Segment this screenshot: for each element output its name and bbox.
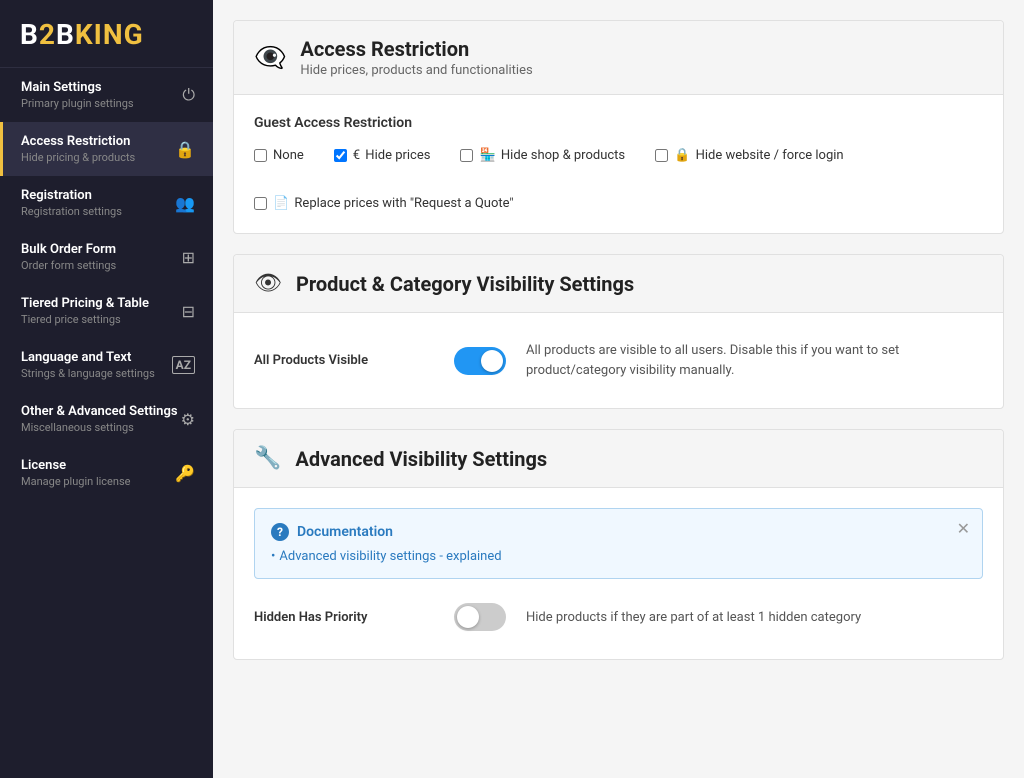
sidebar-item-registration[interactable]: Registration Registration settings 👥 — [0, 176, 213, 230]
hidden-has-priority-toggle[interactable] — [454, 603, 506, 631]
replace-prices-checkbox[interactable] — [254, 197, 267, 210]
hide-website-checkbox[interactable] — [655, 149, 668, 162]
az-icon: AZ — [172, 356, 195, 374]
access-restriction-body: Guest Access Restriction None € Hide pri… — [234, 95, 1003, 233]
users-icon: 👥 — [175, 194, 195, 213]
lock-small-icon: 🔒 — [674, 148, 690, 163]
main-content: 👁‍🗨 Access Restriction Hide prices, prod… — [213, 0, 1024, 778]
sidebar-item-subtitle: Primary plugin settings — [21, 97, 134, 110]
all-products-visible-toggle[interactable] — [454, 347, 506, 375]
sidebar-item-other-advanced[interactable]: Other & Advanced Settings Miscellaneous … — [0, 392, 213, 446]
access-restriction-title: Access Restriction — [300, 37, 532, 61]
access-option-hide-prices: € Hide prices — [334, 147, 431, 165]
advanced-visibility-body: ? Documentation Advanced visibility sett… — [234, 488, 1003, 659]
shop-icon: 🏪 — [479, 148, 495, 163]
access-restriction-header: 👁‍🗨 Access Restriction Hide prices, prod… — [234, 21, 1003, 95]
access-option-none: None — [254, 147, 304, 165]
sidebar: B2BKING Main Settings Primary plugin set… — [0, 0, 213, 778]
quote-icon: 📄 — [273, 196, 289, 211]
sidebar-item-title: License — [21, 458, 130, 473]
sidebar-logo: B2BKING — [0, 0, 213, 68]
all-products-visible-label: All Products Visible — [254, 353, 434, 368]
hidden-has-priority-label: Hidden Has Priority — [254, 610, 434, 625]
grid-icon: ⊞ — [182, 248, 195, 267]
advanced-visibility-title: Advanced Visibility Settings — [295, 447, 547, 471]
toggle-slider-2 — [454, 603, 506, 631]
none-label[interactable]: None — [273, 147, 304, 165]
hide-shop-checkbox[interactable] — [460, 149, 473, 162]
advanced-visibility-header: 🔧 Advanced Visibility Settings — [234, 430, 1003, 488]
key-icon: 🔑 — [175, 464, 195, 483]
product-visibility-card: 👁 Product & Category Visibility Settings… — [233, 254, 1004, 409]
hide-shop-label[interactable]: 🏪 Hide shop & products — [479, 147, 625, 165]
sidebar-item-title: Tiered Pricing & Table — [21, 296, 149, 311]
advanced-visibility-link[interactable]: Advanced visibility settings - explained — [271, 549, 966, 564]
all-products-visible-description: All products are visible to all users. D… — [526, 341, 983, 380]
doc-box-close-button[interactable]: ✕ — [957, 519, 970, 538]
power-icon: ⏻ — [182, 85, 195, 105]
product-visibility-body: All Products Visible All products are vi… — [234, 313, 1003, 408]
product-visibility-header: 👁 Product & Category Visibility Settings — [234, 255, 1003, 313]
sidebar-item-subtitle: Miscellaneous settings — [21, 421, 178, 434]
access-option-hide-shop: 🏪 Hide shop & products — [460, 147, 625, 165]
gear-icon: ⚙ — [181, 410, 195, 429]
sidebar-item-title: Registration — [21, 188, 122, 203]
hidden-has-priority-description: Hide products if they are part of at lea… — [526, 608, 983, 628]
eye-slash-icon: 👁‍🗨 — [254, 43, 286, 73]
sidebar-item-bulk-order-form[interactable]: Bulk Order Form Order form settings ⊞ — [0, 230, 213, 284]
doc-box-title: Documentation — [297, 524, 393, 540]
all-products-visible-row: All Products Visible All products are vi… — [254, 333, 983, 388]
lock-icon: 🔒 — [175, 140, 195, 159]
sidebar-item-main-settings[interactable]: Main Settings Primary plugin settings ⏻ — [0, 68, 213, 122]
access-option-hide-website: 🔒 Hide website / force login — [655, 147, 843, 165]
none-checkbox[interactable] — [254, 149, 267, 162]
sidebar-item-subtitle: Strings & language settings — [21, 367, 155, 380]
replace-prices-label[interactable]: 📄 Replace prices with "Request a Quote" — [273, 195, 514, 213]
sidebar-item-subtitle: Hide pricing & products — [21, 151, 135, 164]
access-option-replace-prices: 📄 Replace prices with "Request a Quote" — [254, 195, 514, 213]
euro-icon: € — [353, 148, 360, 163]
sidebar-item-subtitle: Manage plugin license — [21, 475, 130, 488]
sidebar-item-title: Other & Advanced Settings — [21, 404, 178, 419]
sidebar-item-language-text[interactable]: Language and Text Strings & language set… — [0, 338, 213, 392]
hide-prices-checkbox[interactable] — [334, 149, 347, 162]
sidebar-item-subtitle: Order form settings — [21, 259, 116, 272]
toggle-slider — [454, 347, 506, 375]
table-icon: ⊟ — [182, 302, 195, 321]
access-options: None € Hide prices 🏪 Hide shop & product… — [254, 147, 983, 213]
doc-box-header: ? Documentation — [271, 523, 966, 541]
wrench-icon: 🔧 — [254, 446, 281, 471]
hide-prices-label[interactable]: € Hide prices — [353, 147, 431, 165]
sidebar-item-access-restriction[interactable]: Access Restriction Hide pricing & produc… — [0, 122, 213, 176]
sidebar-item-tiered-pricing[interactable]: Tiered Pricing & Table Tiered price sett… — [0, 284, 213, 338]
sidebar-item-title: Access Restriction — [21, 134, 135, 149]
documentation-box: ? Documentation Advanced visibility sett… — [254, 508, 983, 579]
sidebar-item-title: Language and Text — [21, 350, 155, 365]
sidebar-item-subtitle: Tiered price settings — [21, 313, 149, 326]
hidden-has-priority-row: Hidden Has Priority Hide products if the… — [254, 595, 983, 639]
access-restriction-card: 👁‍🗨 Access Restriction Hide prices, prod… — [233, 20, 1004, 234]
sidebar-item-title: Bulk Order Form — [21, 242, 116, 257]
logo: B2BKING — [20, 18, 193, 51]
eye-icon: 👁 — [254, 271, 282, 296]
hide-website-label[interactable]: 🔒 Hide website / force login — [674, 147, 843, 165]
advanced-visibility-card: 🔧 Advanced Visibility Settings ? Documen… — [233, 429, 1004, 660]
guest-access-section-title: Guest Access Restriction — [254, 115, 983, 131]
sidebar-item-subtitle: Registration settings — [21, 205, 122, 218]
question-icon: ? — [271, 523, 289, 541]
sidebar-item-license[interactable]: License Manage plugin license 🔑 — [0, 446, 213, 500]
sidebar-item-title: Main Settings — [21, 80, 134, 95]
access-restriction-subtitle: Hide prices, products and functionalitie… — [300, 63, 532, 78]
product-visibility-title: Product & Category Visibility Settings — [296, 272, 634, 296]
